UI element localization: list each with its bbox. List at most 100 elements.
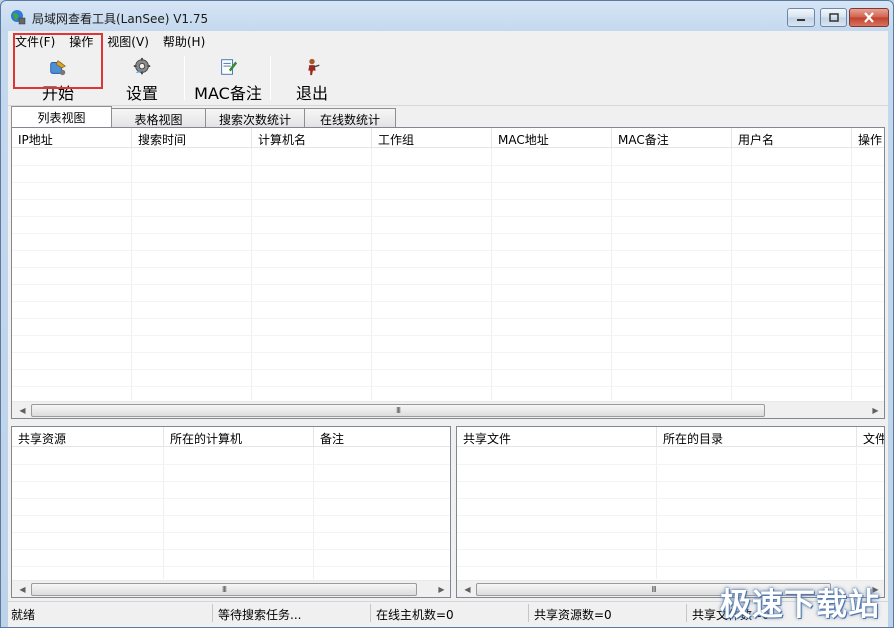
grid-row-line	[12, 165, 884, 166]
app-globe-icon	[11, 10, 26, 25]
grid-row-line	[12, 301, 884, 302]
toolbar-separator	[184, 56, 185, 100]
tab-list-view[interactable]: 列表视图	[11, 106, 112, 127]
shared-resources-header: 共享资源 所在的计算机 备注	[12, 427, 450, 447]
column-shared-resource[interactable]: 共享资源	[12, 427, 164, 447]
toolbar: 开始 设置 MAC备注 退出	[8, 50, 888, 106]
grid-row-line	[12, 216, 884, 217]
settings-button[interactable]: 设置	[104, 52, 180, 104]
grid-row-line	[12, 386, 884, 387]
grid-row-line	[457, 532, 884, 533]
grid-row-line	[12, 318, 884, 319]
scroll-left-arrow-icon[interactable]: ◀	[459, 581, 476, 597]
tab-table-view[interactable]: 表格视图	[111, 108, 206, 127]
column-note[interactable]: 备注	[314, 427, 450, 447]
column-shared-file[interactable]: 共享文件	[457, 427, 657, 447]
shared-resources-table[interactable]: 共享资源 所在的计算机 备注 ◀ III ▶	[11, 426, 451, 598]
close-icon	[864, 12, 874, 23]
grid-column-line	[851, 148, 852, 400]
grid-row-line	[12, 369, 884, 370]
column-computer-name[interactable]: 计算机名	[252, 128, 372, 148]
minimize-button[interactable]	[787, 8, 815, 27]
grid-column-line	[131, 148, 132, 400]
tab-online-count[interactable]: 在线数统计	[304, 108, 396, 127]
scroll-right-arrow-icon[interactable]: ▶	[867, 402, 884, 418]
status-waiting: 等待搜索任务...	[215, 604, 371, 622]
grid-column-line	[491, 148, 492, 400]
grid-row-line	[12, 498, 450, 499]
grid-row-line	[12, 284, 884, 285]
maximize-icon	[828, 13, 839, 22]
close-button[interactable]	[849, 8, 889, 27]
shared-files-table[interactable]: 共享文件 所在的目录 文件 ◀ III ▶	[456, 426, 885, 598]
column-host-computer[interactable]: 所在的计算机	[164, 427, 314, 447]
scroll-left-arrow-icon[interactable]: ◀	[14, 402, 31, 418]
client-area: 文件(F) 操作 视图(V) 帮助(H) 开始 设置 MAC备注 退出 列表视图…	[8, 31, 888, 627]
shared-files-body	[457, 447, 884, 579]
grid-row-line	[12, 199, 884, 200]
column-directory[interactable]: 所在的目录	[657, 427, 857, 447]
mac-note-button[interactable]: MAC备注	[188, 52, 268, 104]
grid-row-line	[12, 515, 450, 516]
scroll-thumb[interactable]: III	[31, 404, 765, 417]
scroll-thumb[interactable]: III	[31, 583, 417, 596]
shared-resources-body	[12, 447, 450, 579]
grid-column-line	[371, 148, 372, 400]
exit-icon	[308, 58, 320, 76]
column-file[interactable]: 文件	[857, 427, 884, 447]
grid-row-line	[12, 532, 450, 533]
host-list-table[interactable]: IP地址 搜索时间 计算机名 工作组 MAC地址 MAC备注 用户名 操作 ◀ …	[11, 127, 885, 419]
window-title: 局域网查看工具(LanSee) V1.75	[32, 12, 209, 26]
grid-column-line	[313, 447, 314, 579]
grid-row-line	[12, 182, 884, 183]
column-mac-address[interactable]: MAC地址	[492, 128, 612, 148]
column-workgroup[interactable]: 工作组	[372, 128, 492, 148]
shared-resources-hscrollbar[interactable]: ◀ III ▶	[12, 580, 450, 597]
scroll-right-arrow-icon[interactable]: ▶	[433, 581, 450, 597]
mac-note-icon	[221, 59, 238, 75]
grid-row-line	[12, 335, 884, 336]
column-ip-address[interactable]: IP地址	[12, 128, 132, 148]
host-list-header: IP地址 搜索时间 计算机名 工作组 MAC地址 MAC备注 用户名 操作	[12, 128, 884, 148]
status-online-hosts: 在线主机数=0	[373, 604, 529, 622]
grid-row-line	[457, 549, 884, 550]
exit-label: 退出	[295, 84, 328, 103]
menu-help[interactable]: 帮助(H)	[156, 31, 212, 50]
grid-row-line	[12, 250, 884, 251]
status-ready: 就绪	[8, 604, 213, 622]
column-search-time[interactable]: 搜索时间	[132, 128, 252, 148]
view-tabs: 列表视图 表格视图 搜索次数统计 在线数统计	[11, 106, 888, 127]
grid-row-line	[12, 464, 450, 465]
column-username[interactable]: 用户名	[732, 128, 852, 148]
minimize-icon	[797, 18, 805, 21]
grid-row-line	[457, 566, 884, 567]
grid-row-line	[12, 481, 450, 482]
app-window: 局域网查看工具(LanSee) V1.75 文件(F) 操作 视图(V) 帮助(…	[0, 0, 894, 628]
menu-view[interactable]: 视图(V)	[100, 31, 156, 50]
column-operation[interactable]: 操作	[852, 128, 884, 148]
grid-row-line	[457, 464, 884, 465]
grid-row-line	[12, 549, 450, 550]
maximize-button[interactable]	[820, 8, 847, 27]
tab-search-count[interactable]: 搜索次数统计	[205, 108, 305, 127]
grid-column-line	[251, 148, 252, 400]
title-bar[interactable]: 局域网查看工具(LanSee) V1.75	[1, 1, 893, 31]
grid-row-line	[12, 233, 884, 234]
settings-label: 设置	[125, 84, 158, 103]
grid-column-line	[856, 447, 857, 579]
grid-row-line	[457, 498, 884, 499]
grid-column-line	[731, 148, 732, 400]
grid-column-line	[163, 447, 164, 579]
grid-column-line	[656, 447, 657, 579]
exit-button[interactable]: 退出	[274, 52, 350, 104]
mac-note-label: MAC备注	[194, 84, 262, 103]
grid-row-line	[12, 352, 884, 353]
grid-row-line	[457, 515, 884, 516]
start-button-highlight	[13, 33, 103, 89]
shared-files-header: 共享文件 所在的目录 文件	[457, 427, 884, 447]
toolbar-separator	[270, 56, 271, 100]
host-list-hscrollbar[interactable]: ◀ III ▶	[12, 401, 884, 418]
grid-column-line	[611, 148, 612, 400]
column-mac-note[interactable]: MAC备注	[612, 128, 732, 148]
scroll-left-arrow-icon[interactable]: ◀	[14, 581, 31, 597]
